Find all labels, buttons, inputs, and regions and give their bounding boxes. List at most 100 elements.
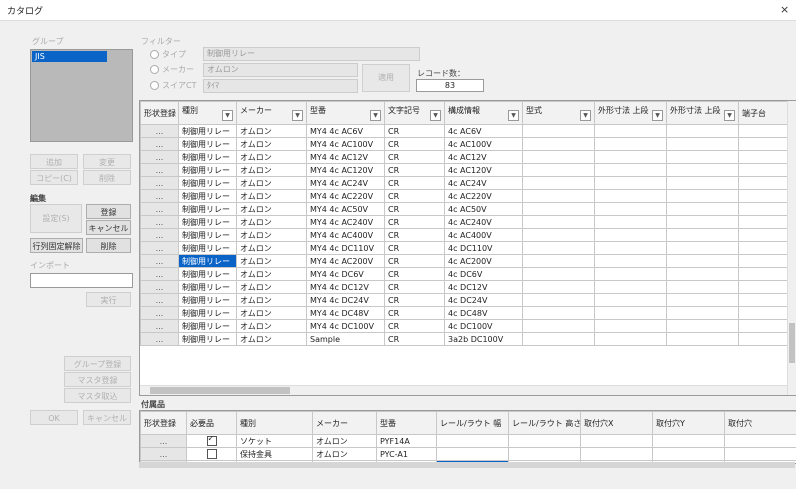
grid-cell[interactable]: 制御用リレー — [178, 215, 237, 229]
grid-vertical-scrollbar[interactable] — [787, 101, 796, 395]
grid-cell[interactable] — [738, 137, 789, 151]
grid-cell[interactable] — [666, 293, 739, 307]
shape-register-button[interactable]: ... — [140, 267, 179, 281]
grid-cell[interactable]: CR — [384, 241, 445, 255]
parts-header-3[interactable]: メーカー — [312, 411, 377, 435]
group-register-button[interactable]: グループ登録 — [64, 356, 131, 371]
grid-cell[interactable] — [594, 293, 667, 307]
shape-register-button[interactable]: ... — [140, 241, 179, 255]
grid-cell[interactable]: MY4 4c DC48V — [306, 306, 385, 320]
grid-cell[interactable] — [594, 306, 667, 320]
filter-dropdown-icon[interactable]: ▼ — [370, 110, 381, 121]
grid-cell[interactable]: 3a2b DC100V — [444, 332, 523, 346]
parts-header-9[interactable]: 取付穴 — [724, 411, 796, 435]
grid-cell[interactable]: CR — [384, 202, 445, 216]
ok-button[interactable]: OK — [30, 410, 78, 425]
grid-cell[interactable]: 4c DC6V — [444, 267, 523, 281]
grid-cell[interactable]: 4c DC12V — [444, 280, 523, 294]
grid-hscroll-thumb[interactable] — [150, 387, 290, 394]
add-button[interactable]: 追加 — [30, 154, 78, 169]
delete-button[interactable]: 削除 — [83, 170, 131, 185]
grid-cell[interactable]: 4c AC12V — [444, 150, 523, 164]
grid-cell[interactable] — [738, 306, 789, 320]
grid-cell[interactable]: CR — [384, 306, 445, 320]
grid-cell[interactable] — [738, 267, 789, 281]
close-icon[interactable]: × — [780, 3, 789, 16]
grid-cell[interactable]: 制御用リレー — [178, 267, 237, 281]
grid-cell[interactable] — [522, 176, 595, 190]
grid-cell[interactable]: 4c AC100V — [444, 137, 523, 151]
group-list[interactable]: JIS — [30, 49, 133, 142]
parts-shape-button[interactable]: ... — [140, 434, 187, 448]
grid-cell[interactable] — [738, 241, 789, 255]
grid-cell[interactable]: 制御用リレー — [178, 137, 237, 151]
table-row[interactable]: ... 制御用リレー オムロン MY4 4c AC6V CR 4c AC6V — [140, 124, 789, 138]
grid-header-3[interactable]: 型番 ▼ — [306, 101, 385, 125]
cancel-button[interactable]: キャンセル — [83, 410, 131, 425]
grid-cell[interactable] — [666, 254, 739, 268]
grid-cell[interactable]: MY4 4c AC12V — [306, 150, 385, 164]
settings-button[interactable]: 設定(S) — [30, 204, 82, 233]
master-import-button[interactable]: マスタ取込 — [64, 388, 131, 403]
required-cell[interactable] — [186, 434, 237, 448]
parts-cell[interactable] — [436, 447, 509, 461]
grid-cell[interactable]: 4c DC24V — [444, 293, 523, 307]
grid-cell[interactable] — [666, 306, 739, 320]
filter-dropdown-icon[interactable]: ▼ — [222, 110, 233, 121]
shape-register-button[interactable]: ... — [140, 280, 179, 294]
grid-cell[interactable]: MY4 4c AC400V — [306, 228, 385, 242]
grid-cell[interactable]: 4c AC200V — [444, 254, 523, 268]
table-row[interactable]: ... 制御用リレー オムロン MY4 4c AC50V CR 4c AC50V — [140, 202, 789, 216]
grid-cell[interactable]: 4c DC110V — [444, 241, 523, 255]
grid-horizontal-scrollbar[interactable] — [140, 385, 787, 395]
grid-cell[interactable]: CR — [384, 267, 445, 281]
grid-cell[interactable] — [594, 228, 667, 242]
grid-cell[interactable]: 4c DC48V — [444, 306, 523, 320]
grid-cell[interactable] — [522, 319, 595, 333]
parts-cell[interactable] — [508, 434, 581, 448]
parts-cell[interactable] — [724, 434, 796, 448]
grid-header-9[interactable]: 端子台 — [738, 101, 789, 125]
grid-cell[interactable]: CR — [384, 332, 445, 346]
grid-cell[interactable]: オムロン — [236, 228, 307, 242]
checkbox[interactable] — [206, 449, 217, 459]
grid-cell[interactable]: CR — [384, 189, 445, 203]
grid-cell[interactable]: オムロン — [236, 176, 307, 190]
grid-cell[interactable] — [666, 137, 739, 151]
grid-cell[interactable] — [666, 189, 739, 203]
grid-cell[interactable] — [522, 280, 595, 294]
shape-register-button[interactable]: ... — [140, 215, 179, 229]
grid-cell[interactable] — [594, 241, 667, 255]
grid-cell[interactable]: MY4 4c AC50V — [306, 202, 385, 216]
parts-cell[interactable] — [652, 434, 725, 448]
grid-cell[interactable]: 制御用リレー — [178, 150, 237, 164]
parts-header-4[interactable]: 型番 — [376, 411, 437, 435]
grid-cell[interactable]: オムロン — [236, 319, 307, 333]
grid-cell[interactable] — [594, 150, 667, 164]
grid-cell[interactable] — [594, 267, 667, 281]
grid-cell[interactable]: CR — [384, 163, 445, 177]
grid-cell[interactable]: オムロン — [236, 124, 307, 138]
shape-register-button[interactable]: ... — [140, 306, 179, 320]
grid-cell[interactable] — [666, 319, 739, 333]
grid-cell[interactable] — [666, 241, 739, 255]
grid-cell[interactable] — [666, 202, 739, 216]
grid-cell[interactable] — [666, 280, 739, 294]
grid-cell[interactable] — [522, 163, 595, 177]
grid-cell[interactable]: MY4 4c DC100V — [306, 319, 385, 333]
grid-cell[interactable] — [522, 241, 595, 255]
parts-row[interactable]: ... ソケットオムロンPYF14A — [140, 434, 796, 448]
grid-cell[interactable]: オムロン — [236, 332, 307, 346]
shape-register-button[interactable]: ... — [140, 163, 179, 177]
grid-cell[interactable] — [594, 176, 667, 190]
grid-cell[interactable]: 制御用リレー — [178, 176, 237, 190]
filter-ct-select[interactable]: ﾀｲﾏ — [203, 79, 358, 93]
grid-cell[interactable]: CR — [384, 319, 445, 333]
grid-cell[interactable] — [522, 189, 595, 203]
grid-cell[interactable] — [522, 293, 595, 307]
grid-header-5[interactable]: 構成情報 ▼ — [444, 101, 523, 125]
grid-cell[interactable]: 制御用リレー — [178, 163, 237, 177]
table-row[interactable]: ... 制御用リレー オムロン MY4 4c AC220V CR 4c AC220V — [140, 189, 789, 203]
grid-cell[interactable]: 4c AC220V — [444, 189, 523, 203]
edit-delete-button[interactable]: 削除 — [86, 238, 131, 253]
